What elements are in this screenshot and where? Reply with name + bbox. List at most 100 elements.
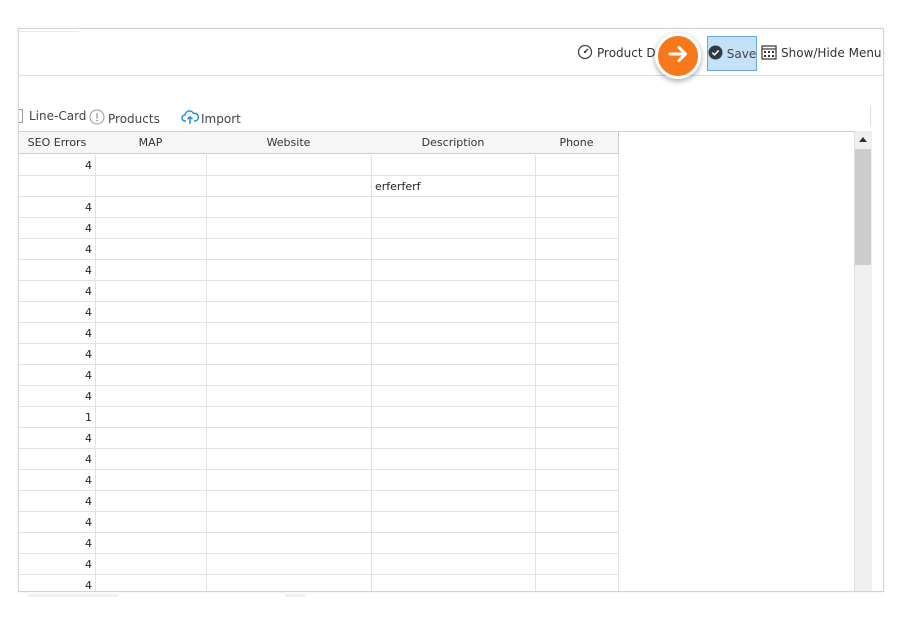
cell-description[interactable] <box>371 365 536 386</box>
cell-seo[interactable]: 4 <box>19 155 96 176</box>
cell-description[interactable] <box>371 239 536 260</box>
cell-map[interactable] <box>95 386 207 407</box>
cell-map[interactable] <box>95 407 207 428</box>
cell-map[interactable] <box>95 428 207 449</box>
show-hide-menu-button[interactable]: Show/Hide Menu <box>761 42 882 64</box>
cell-website[interactable] <box>206 323 372 344</box>
cell-website[interactable] <box>206 449 372 470</box>
cell-phone[interactable] <box>535 197 619 218</box>
column-header-phone[interactable]: Phone <box>535 132 619 154</box>
cell-map[interactable] <box>95 344 207 365</box>
cell-website[interactable] <box>206 281 372 302</box>
cell-seo[interactable]: 4 <box>19 302 96 323</box>
cell-seo[interactable]: 4 <box>19 554 96 575</box>
cell-phone[interactable] <box>535 470 619 491</box>
cell-phone[interactable] <box>535 323 619 344</box>
product-dashboard-button[interactable]: Product Da <box>577 42 663 64</box>
cell-map[interactable] <box>95 281 207 302</box>
cell-description[interactable]: erferferf <box>371 176 536 197</box>
cell-phone[interactable] <box>535 491 619 512</box>
cell-map[interactable] <box>95 533 207 554</box>
cell-description[interactable] <box>371 323 536 344</box>
cell-map[interactable] <box>95 218 207 239</box>
cell-seo[interactable]: 4 <box>19 197 96 218</box>
cell-phone[interactable] <box>535 428 619 449</box>
cell-seo[interactable]: 4 <box>19 218 96 239</box>
cell-website[interactable] <box>206 365 372 386</box>
cell-seo[interactable]: 4 <box>19 386 96 407</box>
cell-map[interactable] <box>95 239 207 260</box>
cell-phone[interactable] <box>535 533 619 554</box>
cell-phone[interactable] <box>535 407 619 428</box>
cell-website[interactable] <box>206 533 372 554</box>
cell-map[interactable] <box>95 323 207 344</box>
cell-phone[interactable] <box>535 260 619 281</box>
cell-website[interactable] <box>206 155 372 176</box>
cell-seo[interactable]: 4 <box>19 281 96 302</box>
cell-description[interactable] <box>371 512 536 533</box>
cell-phone[interactable] <box>535 344 619 365</box>
cell-description[interactable] <box>371 260 536 281</box>
cell-description[interactable] <box>371 554 536 575</box>
products-button[interactable]: Products <box>89 109 160 128</box>
cell-map[interactable] <box>95 575 207 591</box>
cell-map[interactable] <box>95 260 207 281</box>
cell-phone[interactable] <box>535 386 619 407</box>
cell-website[interactable] <box>206 512 372 533</box>
cell-website[interactable] <box>206 218 372 239</box>
cell-description[interactable] <box>371 344 536 365</box>
cell-seo[interactable]: 4 <box>19 365 96 386</box>
cell-phone[interactable] <box>535 281 619 302</box>
cell-website[interactable] <box>206 407 372 428</box>
cell-seo[interactable]: 4 <box>19 533 96 554</box>
cell-description[interactable] <box>371 155 536 176</box>
cell-website[interactable] <box>206 575 372 591</box>
cell-phone[interactable] <box>535 512 619 533</box>
column-header-description[interactable]: Description <box>371 132 536 154</box>
cell-seo[interactable]: 4 <box>19 428 96 449</box>
cell-seo[interactable] <box>19 176 96 197</box>
cell-seo[interactable]: 4 <box>19 239 96 260</box>
cell-description[interactable] <box>371 575 536 591</box>
import-button[interactable]: Import <box>181 109 241 128</box>
cell-phone[interactable] <box>535 239 619 260</box>
cell-map[interactable] <box>95 512 207 533</box>
cell-seo[interactable]: 4 <box>19 470 96 491</box>
column-header-website[interactable]: Website <box>206 132 372 154</box>
cell-website[interactable] <box>206 260 372 281</box>
cell-map[interactable] <box>95 491 207 512</box>
cell-seo[interactable]: 4 <box>19 344 96 365</box>
cell-website[interactable] <box>206 302 372 323</box>
cell-description[interactable] <box>371 407 536 428</box>
cell-phone[interactable] <box>535 302 619 323</box>
cell-phone[interactable] <box>535 575 619 591</box>
tutorial-callout[interactable] <box>655 33 701 79</box>
cell-phone[interactable] <box>535 449 619 470</box>
cell-seo[interactable]: 4 <box>19 491 96 512</box>
cell-map[interactable] <box>95 470 207 491</box>
column-header-seo[interactable]: SEO Errors <box>19 132 96 154</box>
cell-map[interactable] <box>95 197 207 218</box>
cell-website[interactable] <box>206 428 372 449</box>
cell-seo[interactable]: 4 <box>19 449 96 470</box>
save-button[interactable]: Save <box>707 36 757 71</box>
cell-phone[interactable] <box>535 176 619 197</box>
cell-description[interactable] <box>371 197 536 218</box>
cell-map[interactable] <box>95 449 207 470</box>
cell-description[interactable] <box>371 533 536 554</box>
vertical-scrollbar[interactable] <box>854 131 872 591</box>
cell-phone[interactable] <box>535 155 619 176</box>
line-card-button[interactable]: Line-Card <box>19 109 86 123</box>
cell-seo[interactable]: 4 <box>19 575 96 591</box>
column-header-map[interactable]: MAP <box>95 132 207 154</box>
cell-phone[interactable] <box>535 365 619 386</box>
cell-description[interactable] <box>371 491 536 512</box>
cell-map[interactable] <box>95 554 207 575</box>
cell-description[interactable] <box>371 218 536 239</box>
cell-website[interactable] <box>206 344 372 365</box>
cell-map[interactable] <box>95 176 207 197</box>
cell-website[interactable] <box>206 386 372 407</box>
cell-description[interactable] <box>371 302 536 323</box>
cell-website[interactable] <box>206 470 372 491</box>
cell-website[interactable] <box>206 176 372 197</box>
